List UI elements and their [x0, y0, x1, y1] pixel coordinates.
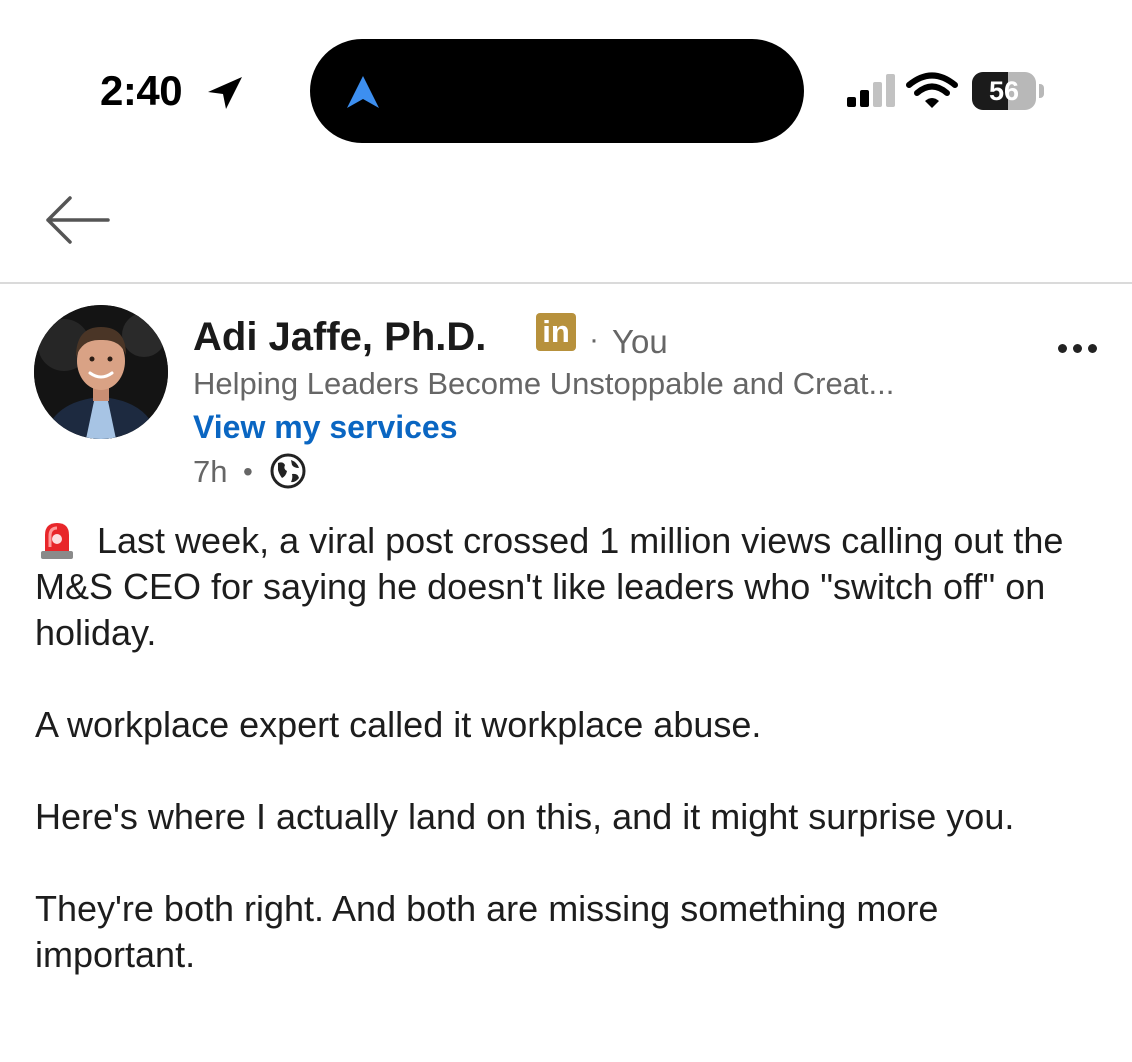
wifi-icon — [906, 72, 958, 108]
post-paragraph-text: Last week, a viral post crossed 1 millio… — [35, 520, 1064, 653]
navigation-arrow-icon — [347, 76, 379, 108]
back-arrow-icon — [46, 196, 110, 244]
post-paragraph: Last week, a viral post crossed 1 millio… — [35, 517, 1105, 656]
linkedin-badge-text: in — [542, 314, 570, 349]
post-paragraph: A workplace expert called it workplace a… — [35, 704, 762, 745]
author-headline: Helping Leaders Become Unstoppable and C… — [193, 366, 895, 401]
meta-separator: • — [243, 456, 253, 487]
separator-dot: · — [589, 323, 599, 356]
more-options-icon — [1073, 344, 1082, 353]
more-options-icon — [1088, 344, 1097, 353]
view-services-link[interactable]: View my services — [193, 407, 458, 447]
battery-tip — [1039, 84, 1044, 98]
linkedin-badge-icon: in — [536, 313, 576, 351]
more-options-button[interactable] — [1052, 332, 1102, 362]
siren-emoji-icon — [41, 523, 73, 559]
location-arrow-icon — [208, 77, 242, 109]
globe-icon — [270, 453, 306, 489]
battery-percentage: 56 — [988, 76, 1020, 106]
more-options-icon — [1058, 344, 1067, 353]
post-time: 7h — [193, 454, 228, 489]
status-time: 2:40 — [100, 67, 183, 114]
avatar-image — [34, 305, 168, 439]
post-body: Last week, a viral post crossed 1 millio… — [35, 517, 1105, 978]
author-name[interactable]: Adi Jaffe, Ph.D. — [193, 312, 486, 362]
header-divider — [0, 282, 1132, 284]
back-button[interactable] — [40, 190, 116, 250]
post-paragraph: Here's where I actually land on this, an… — [35, 796, 1015, 837]
author-avatar[interactable] — [34, 305, 168, 439]
dynamic-island — [310, 39, 804, 143]
battery-indicator: 56 — [972, 72, 1036, 110]
post-detail-screen: 2:40 56 Adi Jaffe, Ph.D. in · You Helpin… — [0, 0, 1132, 1062]
post-paragraph: They're both right. And both are missing… — [35, 888, 939, 975]
cellular-signal-icon — [847, 74, 895, 107]
relation-label: You — [612, 323, 668, 360]
